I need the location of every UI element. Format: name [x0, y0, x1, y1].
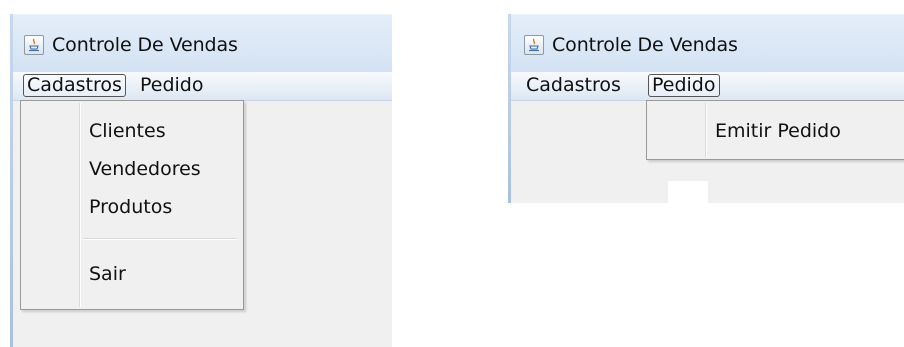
blank-patch — [668, 181, 708, 203]
menu-item-produtos[interactable]: Produtos — [89, 195, 172, 219]
dropdown-menu: Clientes Vendedores Produtos Sair — [20, 100, 244, 310]
menu-cadastros[interactable]: Cadastros — [23, 74, 126, 97]
title-bar[interactable]: Controle De Vendas — [508, 14, 904, 72]
menu-item-sair[interactable]: Sair — [89, 262, 126, 286]
menu-item-vendedores[interactable]: Vendedores — [89, 157, 201, 181]
menu-pedido[interactable]: Pedido — [648, 74, 720, 97]
title-bar[interactable]: Controle De Vendas — [10, 14, 392, 72]
java-cup-icon — [524, 35, 544, 55]
window-title: Controle De Vendas — [52, 34, 238, 56]
java-cup-icon — [24, 35, 44, 55]
menu-gutter — [705, 103, 707, 157]
menu-item-clientes[interactable]: Clientes — [89, 119, 166, 143]
menu-pedido[interactable]: Pedido — [137, 74, 207, 97]
menu-bar: Cadastros Pedido — [10, 72, 392, 101]
menu-item-emitir-pedido[interactable]: Emitir Pedido — [715, 119, 841, 143]
menu-bar: Cadastros Pedido — [508, 72, 904, 101]
menu-cadastros[interactable]: Cadastros — [523, 74, 624, 97]
menu-gutter — [79, 103, 81, 307]
window-right: Controle De Vendas Cadastros Pedido Emit… — [508, 14, 904, 203]
window-left: Controle De Vendas Cadastros Pedido Clie… — [10, 14, 392, 347]
menu-separator — [83, 238, 237, 240]
dropdown-menu: Emitir Pedido — [646, 100, 904, 160]
window-title: Controle De Vendas — [552, 34, 738, 56]
